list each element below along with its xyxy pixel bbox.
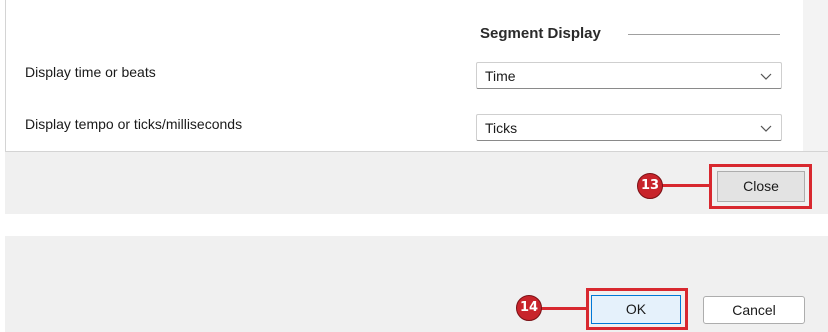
callout-badge-14: 14 — [516, 295, 542, 321]
close-button-highlight — [709, 164, 812, 209]
display-time-or-beats-label: Display time or beats — [25, 64, 156, 80]
chevron-down-icon — [760, 73, 772, 80]
display-tempo-or-ticks-select[interactable]: Ticks — [476, 114, 782, 141]
section-heading: Segment Display — [480, 25, 601, 42]
callout-badge-13: 13 — [637, 173, 663, 199]
display-tempo-or-ticks-label: Display tempo or ticks/milliseconds — [25, 116, 243, 132]
ok-button-highlight — [586, 288, 688, 330]
selected-value: Time — [485, 68, 516, 84]
callout-connector — [660, 184, 710, 187]
scrollbar-strip[interactable] — [803, 0, 828, 152]
display-time-or-beats-select[interactable]: Time — [476, 62, 782, 89]
cancel-button[interactable]: Cancel — [703, 296, 805, 324]
chevron-down-icon — [760, 125, 772, 132]
selected-value: Ticks — [485, 120, 518, 136]
callout-connector — [540, 307, 587, 310]
section-divider — [628, 34, 780, 35]
